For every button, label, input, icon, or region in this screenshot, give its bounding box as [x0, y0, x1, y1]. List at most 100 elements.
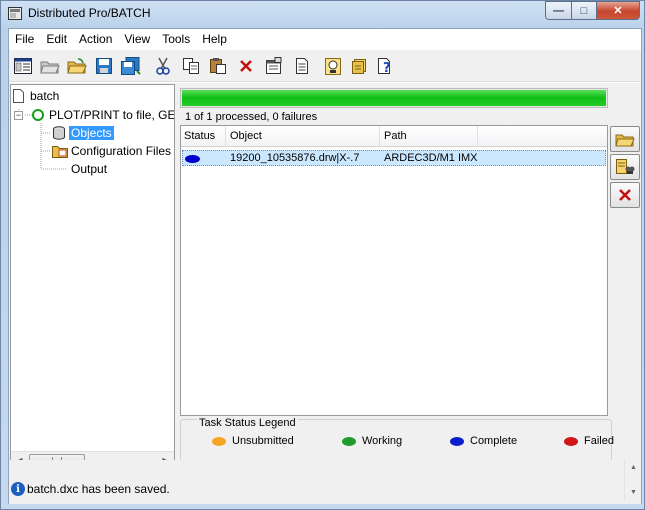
tree-task-label: PLOT/PRINT to file, GEN — [49, 108, 175, 122]
status-vertical-scrollbar[interactable]: ▲ ▼ — [624, 460, 641, 500]
open-folder-icon — [67, 58, 87, 74]
legend-label: Failed — [584, 435, 614, 447]
object-cell: 19200_10535876.drw|X-.7 — [230, 152, 360, 164]
tree-item-output-label: Output — [71, 162, 108, 176]
properties-icon — [14, 58, 32, 74]
legend-title: Task Status Legend — [197, 417, 298, 429]
list-header: Status Object Path — [181, 126, 607, 147]
legend-dot — [564, 436, 578, 446]
sheet-properties-button[interactable] — [263, 55, 285, 77]
toolbar: ? — [9, 50, 641, 82]
add-folder-icon — [615, 134, 635, 147]
legend-label: Unsubmitted — [232, 435, 294, 447]
delete-icon — [240, 60, 252, 72]
menu-file[interactable]: File — [9, 29, 40, 49]
maximize-button[interactable]: □ — [571, 1, 596, 20]
info-icon: i — [11, 482, 25, 496]
scroll-down-icon[interactable]: ▼ — [625, 485, 642, 500]
copy-button[interactable] — [180, 55, 202, 77]
document-icon — [296, 58, 308, 74]
title-bar[interactable]: Distributed Pro/BATCH — □ ✕ — [1, 1, 644, 27]
database-icon — [53, 126, 65, 140]
tree-task-node[interactable]: − PLOT/PRINT to file, GEN — [14, 106, 175, 124]
menu-help[interactable]: Help — [196, 29, 233, 49]
task-status-icon — [32, 109, 44, 121]
scroll-up-icon[interactable]: ▲ — [625, 460, 642, 475]
status-indicator — [185, 154, 200, 166]
status-message-text: batch.dxc has been saved. — [27, 482, 170, 496]
save-as-icon — [121, 57, 141, 75]
legend-item-working: Working — [342, 435, 402, 447]
tree-item-output[interactable]: Output — [71, 160, 107, 178]
cut-button[interactable] — [152, 55, 174, 77]
legend-dot — [342, 436, 356, 446]
progress-fill — [182, 90, 606, 106]
progress-bar — [180, 88, 608, 108]
table-row[interactable]: 19200_10535876.drw|X-.7 ARDEC3D/M1 IMX — [182, 150, 606, 166]
close-button[interactable]: ✕ — [596, 1, 640, 20]
find-object-icon — [616, 159, 635, 174]
client-area: File Edit Action View Tools Help ? batch… — [8, 28, 642, 504]
close-icon: ✕ — [613, 5, 623, 17]
help-button[interactable]: ? — [375, 55, 397, 77]
status-message: i batch.dxc has been saved. — [11, 482, 170, 496]
cut-icon — [156, 57, 170, 75]
legend-label: Working — [362, 435, 403, 447]
save-as-button[interactable] — [120, 55, 142, 77]
column-status[interactable]: Status — [184, 130, 215, 142]
open-gray-button[interactable] — [39, 55, 61, 77]
save-button[interactable] — [93, 55, 115, 77]
menu-view[interactable]: View — [118, 29, 156, 49]
menu-tools[interactable]: Tools — [156, 29, 196, 49]
object-list[interactable]: Status Object Path 19200_10535876.drw|X-… — [180, 125, 608, 416]
maximize-icon: □ — [580, 4, 588, 17]
find-object-button[interactable] — [610, 154, 640, 180]
paste-icon — [210, 58, 226, 74]
save-icon — [96, 58, 112, 74]
delete-button[interactable] — [235, 55, 257, 77]
open-button[interactable] — [66, 55, 88, 77]
menu-edit[interactable]: Edit — [40, 29, 73, 49]
help-icon: ? — [378, 58, 391, 75]
tree-item-objects-label: Objects — [69, 126, 114, 140]
remove-icon — [619, 189, 631, 201]
column-object[interactable]: Object — [230, 130, 262, 142]
app-icon — [8, 7, 22, 20]
collapse-icon[interactable]: − — [14, 110, 23, 120]
svg-text:?: ? — [383, 61, 391, 75]
app-window: Distributed Pro/BATCH — □ ✕ File Edit Ac… — [0, 0, 645, 510]
run-task-button[interactable] — [322, 55, 344, 77]
legend-item-failed: Failed — [564, 435, 614, 447]
column-path[interactable]: Path — [384, 130, 407, 142]
open-folder-gray-icon — [40, 61, 60, 74]
tree-item-config-files-label: Configuration Files — [71, 144, 172, 158]
document-button[interactable] — [291, 55, 313, 77]
legend-item-complete: Complete — [450, 435, 517, 447]
legend-label: Complete — [470, 435, 518, 447]
paste-button[interactable] — [207, 55, 229, 77]
status-bar: i batch.dxc has been saved. ▲ ▼ — [9, 460, 641, 504]
minimize-button[interactable]: — — [545, 1, 571, 20]
remove-button[interactable] — [610, 182, 640, 208]
properties-button[interactable] — [12, 55, 34, 77]
work-area: batch − PLOT/PRINT to file, GEN Objects … — [9, 83, 641, 483]
path-cell: ARDEC3D/M1 IMX — [384, 152, 478, 164]
menu-action[interactable]: Action — [73, 29, 118, 49]
progress-text: 1 of 1 processed, 0 failures — [185, 111, 318, 123]
notes-icon — [352, 59, 366, 74]
legend-dot — [212, 436, 226, 446]
legend-item-unsubmitted: Unsubmitted — [212, 435, 294, 447]
minimize-icon: — — [553, 4, 564, 17]
run-task-icon — [325, 58, 341, 75]
batch-tree[interactable]: batch − PLOT/PRINT to file, GEN Objects … — [10, 84, 175, 468]
legend-dot — [450, 436, 464, 446]
folder-icon — [52, 146, 68, 158]
tree-item-objects[interactable]: Objects — [52, 124, 114, 142]
menu-bar: File Edit Action View Tools Help — [9, 29, 641, 49]
tree-item-config-files[interactable]: Configuration Files — [52, 142, 171, 160]
window-title: Distributed Pro/BATCH — [28, 6, 151, 20]
add-folder-button[interactable] — [610, 126, 640, 152]
notes-button[interactable] — [348, 55, 370, 77]
properties-sheet-icon — [266, 57, 282, 74]
copy-icon — [183, 58, 199, 74]
